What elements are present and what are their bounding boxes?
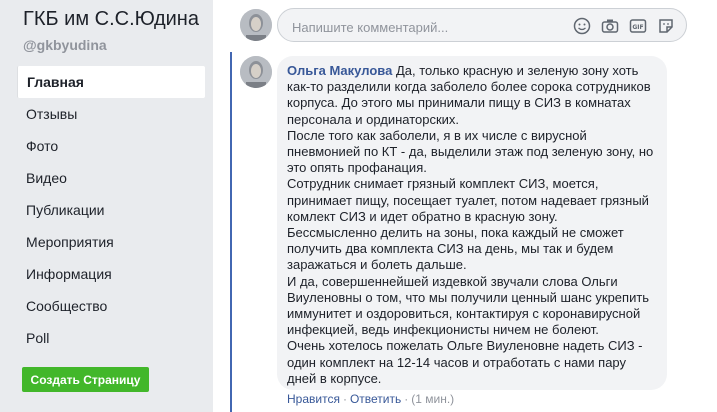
nav-item-home[interactable]: Главная <box>17 66 205 98</box>
comment-actions: Нравится · Ответить · (1 мин.) <box>287 392 454 406</box>
comment-input[interactable] <box>290 17 554 37</box>
page-nav: Главная Отзывы Фото Видео Публикации Мер… <box>17 66 205 354</box>
nav-item-photos[interactable]: Фото <box>17 130 205 162</box>
comment-author-link[interactable]: Ольга Макулова <box>287 63 392 78</box>
create-page-button[interactable]: Создать Страницу <box>22 367 149 392</box>
comment-bubble: Ольга Макулова Да, только красную и зеле… <box>277 56 667 390</box>
page-handle[interactable]: @gkbyudina <box>23 37 107 53</box>
nav-item-about[interactable]: Информация <box>17 258 205 290</box>
nav-item-poll[interactable]: Poll <box>17 322 205 354</box>
comment-composer: GIF <box>277 8 687 42</box>
emoji-icon[interactable] <box>573 17 591 35</box>
comment-paragraph: И да, совершеннейшей издевкой звучали сл… <box>287 273 650 338</box>
comment-paragraph: Сотрудник снимает грязный комплект СИЗ, … <box>287 176 649 224</box>
nav-item-posts[interactable]: Публикации <box>17 194 205 226</box>
separator: · <box>342 392 347 406</box>
gif-icon[interactable]: GIF <box>629 17 647 35</box>
page-title[interactable]: ГКБ им С.С.Юдина <box>23 8 199 31</box>
sticker-icon[interactable] <box>657 17 675 35</box>
camera-icon[interactable] <box>601 17 619 35</box>
separator: · <box>404 392 409 406</box>
avatar-photo-icon <box>240 9 272 41</box>
nav-item-events[interactable]: Мероприятия <box>17 226 205 258</box>
comment-timestamp[interactable]: (1 мин.) <box>411 392 454 406</box>
comment-paragraph: Бессмысленно делить на зоны, пока каждый… <box>287 225 624 273</box>
nav-item-videos[interactable]: Видео <box>17 162 205 194</box>
reply-thread-line <box>230 52 232 412</box>
avatar-photo-icon <box>240 56 272 88</box>
comment-body: Ольга Макулова Да, только красную и зеле… <box>287 63 657 387</box>
svg-text:GIF: GIF <box>632 24 643 31</box>
nav-item-community[interactable]: Сообщество <box>17 290 205 322</box>
nav-item-reviews[interactable]: Отзывы <box>17 98 205 130</box>
comment-author-avatar[interactable] <box>240 56 272 88</box>
like-link[interactable]: Нравится <box>287 392 340 406</box>
left-sidebar: ГКБ им С.С.Юдина @gkbyudina Главная Отзы… <box>0 0 213 412</box>
comment-paragraph: После того как заболели, я в их числе с … <box>287 127 654 176</box>
current-user-avatar[interactable] <box>240 9 272 41</box>
comment-paragraph: Очень хотелось пожелать Ольге Виуленовне… <box>287 338 643 386</box>
reply-link[interactable]: Ответить <box>350 392 401 406</box>
